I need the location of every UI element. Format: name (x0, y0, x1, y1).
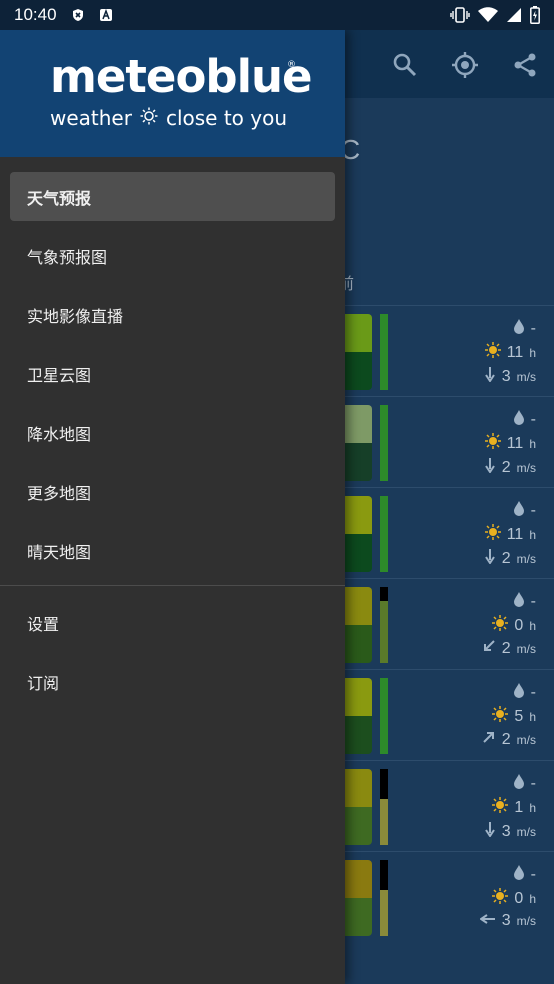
sun-icon (484, 524, 501, 545)
battery-icon (530, 6, 540, 24)
wind-speed: 2 (501, 549, 511, 567)
vibrate-icon (450, 7, 470, 23)
rain-drop-icon (513, 591, 525, 612)
menu-item-meteogram[interactable]: 气象预报图 (10, 231, 335, 280)
sun-icon (484, 433, 501, 454)
wind-arrow-icon (482, 730, 496, 749)
rain-value: - (530, 501, 536, 519)
forecast-row[interactable]: - 0h 2 m/s (345, 578, 554, 669)
text-a-icon (99, 8, 113, 22)
rain-drop-icon (513, 500, 525, 521)
sunshine-hours: 11 (506, 343, 524, 361)
wind-arrow-icon (484, 821, 496, 842)
menu-item-clear-sky-map[interactable]: 晴天地图 (10, 526, 335, 575)
sunshine-hours: 11 (506, 434, 524, 452)
rain-value: - (530, 774, 536, 792)
rain-drop-icon (513, 318, 525, 339)
forecast-row[interactable]: - 1h 3 m/s (345, 760, 554, 851)
navigation-drawer: meteoblue ® weather close to you 天气预报 气象… (0, 30, 345, 984)
rain-drop-icon (513, 409, 525, 430)
menu-item-satellite[interactable]: 卫星云图 (10, 349, 335, 398)
rain-value: - (530, 865, 536, 883)
forecast-row[interactable]: - 5h 2 m/s (345, 669, 554, 760)
wind-speed: 2 (501, 730, 511, 748)
status-bar: 10:40 (0, 0, 554, 30)
wind-arrow-icon (484, 366, 496, 387)
registered-mark: ® (287, 60, 296, 70)
menu-divider (0, 585, 345, 586)
rain-value: - (530, 592, 536, 610)
share-icon[interactable] (510, 50, 540, 80)
rain-drop-icon (513, 773, 525, 794)
wind-arrow-icon (484, 457, 496, 478)
wifi-icon (478, 7, 498, 23)
rain-drop-icon (513, 682, 525, 703)
wind-arrow-icon (484, 548, 496, 569)
forecast-row[interactable]: - 11 h 2 m/s (345, 396, 554, 487)
search-icon[interactable] (390, 50, 420, 80)
rain-value: - (530, 410, 536, 428)
wind-speed: 2 (501, 458, 511, 476)
sun-icon (484, 342, 501, 363)
rain-drop-icon (513, 864, 525, 885)
wind-arrow-icon (482, 639, 496, 658)
sunshine-hours: 1 (514, 798, 524, 816)
menu-item-precipitation-map[interactable]: 降水地图 (10, 408, 335, 457)
menu-item-settings[interactable]: 设置 (10, 598, 335, 647)
menu-item-more-maps[interactable]: 更多地图 (10, 467, 335, 516)
forecast-list: - 11 h 3 m/s - 11 h 2 m/s - 11 h 2 m/s - 0h (345, 305, 554, 942)
signal-icon (506, 7, 522, 23)
rain-value: - (530, 683, 536, 701)
wind-speed: 3 (501, 367, 511, 385)
wind-speed: 3 (501, 912, 511, 929)
menu-item-webcams[interactable]: 实地影像直播 (10, 290, 335, 339)
sunshine-hours: 11 (506, 525, 524, 543)
sun-outline-icon (140, 106, 158, 130)
forecast-row[interactable]: - 0h 3 m/s (345, 851, 554, 942)
drawer-menu: 天气预报 气象预报图 实地影像直播 卫星云图 降水地图 更多地图 晴天地图 设置… (0, 157, 345, 706)
locate-icon[interactable] (450, 50, 480, 80)
menu-item-subscription[interactable]: 订阅 (10, 657, 335, 706)
sunshine-hours: 0 (514, 889, 524, 907)
brand-logo: meteoblue (50, 50, 313, 103)
brand-tagline: weather close to you (50, 106, 288, 130)
status-time: 10:40 (14, 5, 57, 24)
sun-icon (492, 706, 509, 727)
privacy-shield-icon (71, 8, 85, 22)
sunshine-hours: 0 (514, 616, 524, 634)
sun-icon (492, 888, 509, 909)
sun-icon (492, 615, 509, 636)
forecast-row[interactable]: - 11 h 2 m/s (345, 487, 554, 578)
wind-speed: 2 (501, 639, 511, 657)
sun-icon (492, 797, 509, 818)
wind-speed: 3 (501, 822, 511, 840)
rain-value: - (530, 319, 536, 337)
wind-arrow-icon (478, 912, 496, 930)
drawer-header: meteoblue ® weather close to you (0, 30, 345, 157)
menu-item-weather-forecast[interactable]: 天气预报 (10, 172, 335, 221)
forecast-row[interactable]: - 11 h 3 m/s (345, 305, 554, 396)
sunshine-hours: 5 (514, 707, 524, 725)
